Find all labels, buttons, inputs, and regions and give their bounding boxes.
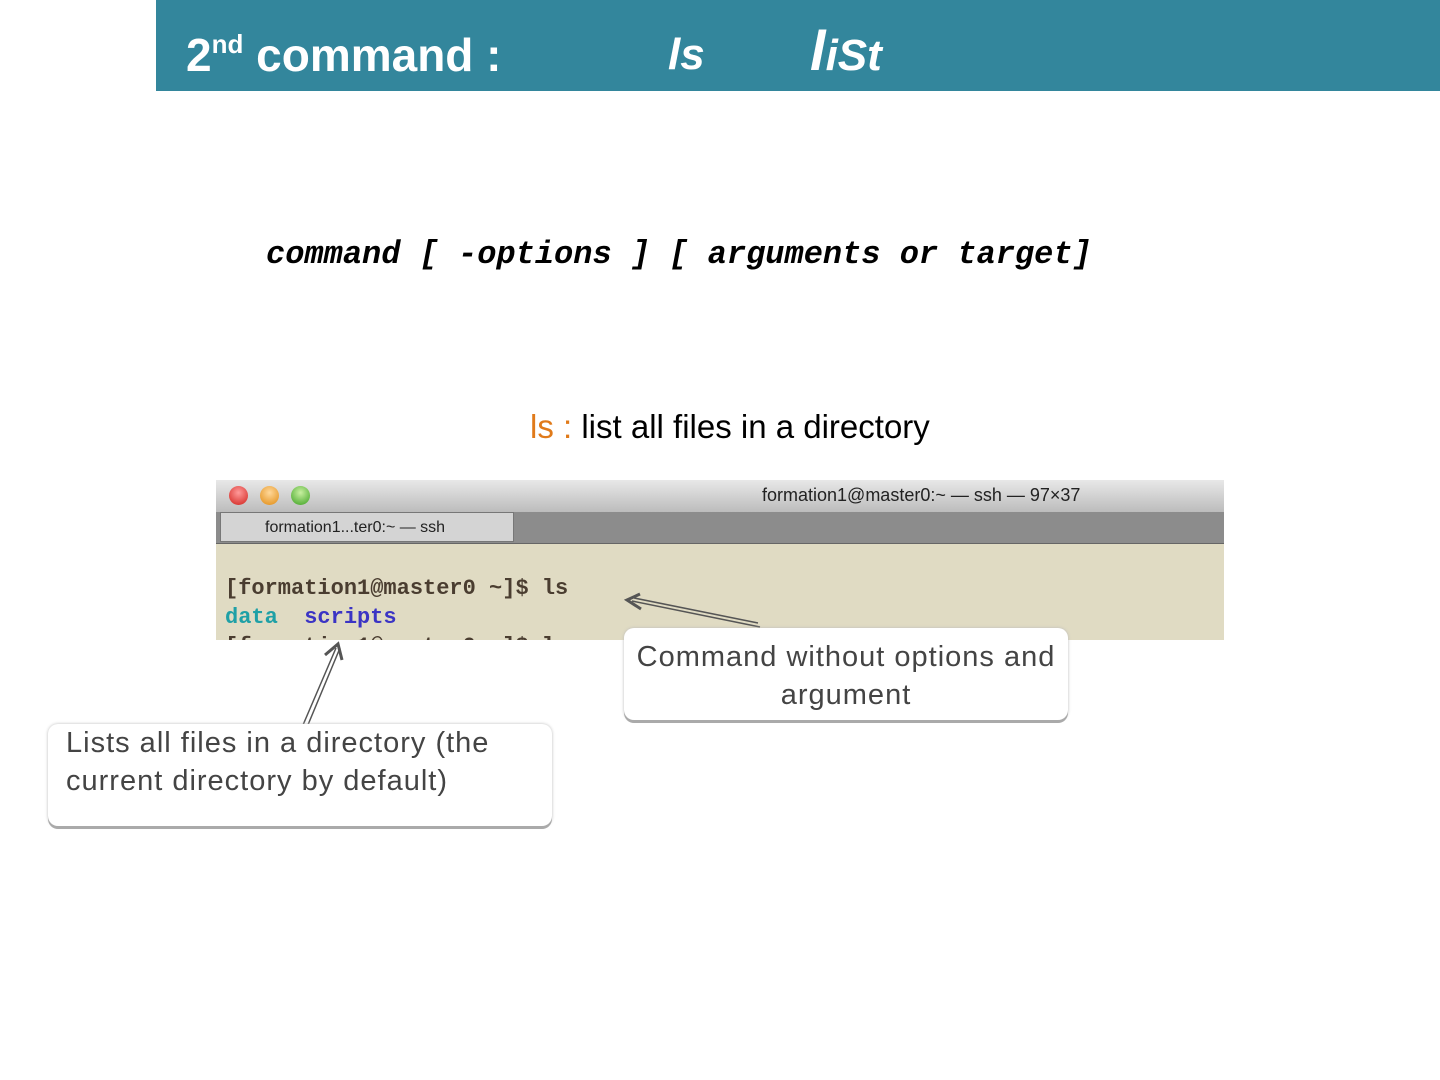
callout-no-options: Command without options and argument	[624, 628, 1068, 720]
arrow-line	[631, 597, 761, 628]
arrow-line	[299, 647, 341, 733]
callout-arrows	[299, 592, 761, 733]
callout-lists-files: Lists all files in a directory (the curr…	[48, 724, 552, 826]
